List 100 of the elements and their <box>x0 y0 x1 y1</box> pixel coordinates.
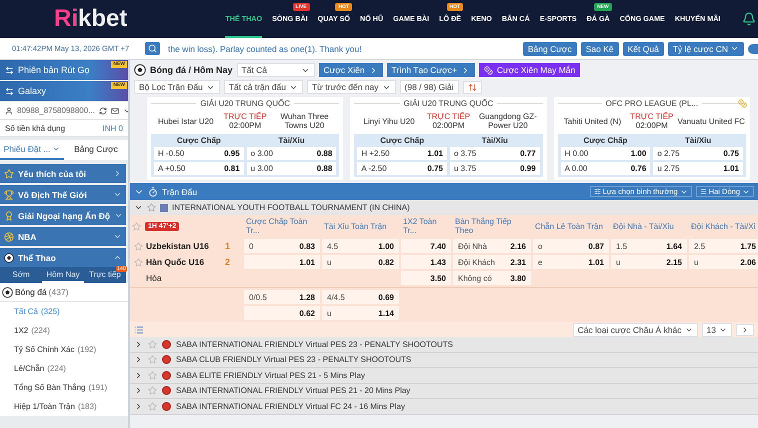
odds-cell[interactable]: Đội Nhà 2.16 <box>453 239 531 253</box>
star-icon[interactable] <box>148 386 157 396</box>
odds-cell[interactable]: 3.50 <box>401 271 451 285</box>
coins-icon <box>484 66 493 74</box>
league-row[interactable]: SABA INTERNATIONAL FRIENDLY Virtual PES 23 - PENALTY SHOOTOUTS <box>130 337 758 352</box>
odds-button[interactable]: H +2.50 1.01 <box>357 147 447 160</box>
league-row[interactable]: SABA CLUB FRIENDLY Virtual PES 23 - PENALTY SHOOTOUTS <box>130 352 758 368</box>
chevron-icon <box>52 145 60 153</box>
star-icon[interactable] <box>148 340 157 349</box>
odds-cell[interactable]: o 0.87 <box>533 239 609 253</box>
star-icon[interactable] <box>134 258 143 266</box>
odds-cell[interactable]: 1.01 <box>244 255 320 269</box>
odds-button[interactable]: o 3.75 0.77 <box>450 147 540 160</box>
odds-button[interactable]: H -0.50 0.95 <box>154 147 244 160</box>
league-row[interactable]: SABA INTERNATIONAL FRIENDLY Virtual FC 24 - 16 Mins Play <box>130 399 758 414</box>
odds-cell[interactable]: u 1.14 <box>322 306 399 320</box>
odds-button[interactable]: u 3.00 0.88 <box>246 162 336 175</box>
column-header: Chẵn Lẻ Toàn Trận <box>534 220 604 232</box>
slip-tab[interactable]: Bảng Cược <box>64 140 128 160</box>
bet-type-item[interactable]: Tất Cả (325) <box>0 302 128 321</box>
filter-select[interactable]: Bộ Lọc Trận Đấu <box>134 80 220 94</box>
odds-button[interactable]: A 0.00 0.76 <box>560 162 650 175</box>
odds-heading: Cược Chấp <box>582 136 628 145</box>
odds-button[interactable]: u 3.75 0.99 <box>450 162 540 175</box>
mail-icon[interactable] <box>110 106 119 114</box>
slip-tab[interactable]: Phiếu Đặt ... <box>0 140 64 160</box>
odds-format-select[interactable]: Tỷ lệ cược CN <box>668 42 744 56</box>
page-size-select[interactable]: 13 <box>702 322 732 336</box>
star-icon[interactable] <box>148 402 157 411</box>
odds-cell[interactable]: 0/0.5 1.28 <box>244 290 320 304</box>
live-status: TRỰC TIẾP <box>630 112 674 121</box>
trophy-icon <box>4 190 14 200</box>
sport-section[interactable]: Yêu thích của tôi <box>0 164 126 183</box>
odds-button[interactable]: A -2.50 0.75 <box>357 162 447 175</box>
column-header: Bàn Thắng Tiếp Theo <box>454 216 512 237</box>
odds-button[interactable]: o 3.00 0.88 <box>246 147 336 160</box>
refresh-icon[interactable] <box>98 106 107 114</box>
star-icon[interactable] <box>134 242 143 250</box>
medal-icon <box>4 210 14 220</box>
sport-tab[interactable]: Sớm <box>0 267 42 283</box>
odds-button[interactable]: o 2.75 0.75 <box>653 147 743 160</box>
bet-type-select[interactable]: Các loại cược Châu Á khác <box>572 322 698 336</box>
odds-cell[interactable]: Không có 3.80 <box>453 271 531 285</box>
team-name: Hòa <box>146 273 162 283</box>
sport-section[interactable]: Giải Ngoại hạng Ấn Độ <box>0 206 126 225</box>
bet-type-item[interactable]: Hiệp 1/Toàn Trận (183) <box>0 397 128 416</box>
league-row[interactable]: SABA ELITE FRIENDLY Virtual PES 21 - 5 Mins Play <box>130 368 758 384</box>
column-header: 1X2 Toàn Tr... <box>402 216 438 237</box>
market-select[interactable]: Tất Cả <box>236 63 315 77</box>
toggle-switch[interactable] <box>748 44 758 54</box>
odds-cell[interactable]: Đội Khách 2.31 <box>453 255 531 269</box>
team-name: Vanuatu United FC <box>676 116 746 126</box>
bet-type-item[interactable]: Lẻ/Chẵn (224) <box>0 359 128 378</box>
odds-cell[interactable]: 0.62 <box>244 306 320 320</box>
odds-cell[interactable]: u 0.82 <box>322 255 399 269</box>
odds-cell[interactable]: 2.5 1.75 <box>689 239 758 253</box>
sport-section[interactable]: Vô Địch Thế Giới <box>0 185 126 204</box>
sport-section[interactable]: Thể Thao <box>0 248 126 267</box>
team-name: Hàn Quốc U16 <box>146 257 204 267</box>
odds-button[interactable]: u 2.75 1.01 <box>653 162 743 175</box>
odds-cell[interactable]: 1.43 <box>401 255 451 269</box>
header-button[interactable]: Bảng Cược <box>522 42 577 56</box>
filter-select[interactable]: Từ trước đến nay <box>306 80 396 94</box>
odds-cell[interactable]: 0 0.83 <box>244 239 320 253</box>
menu-icon <box>700 188 707 195</box>
stopwatch-icon <box>148 186 158 196</box>
star-icon[interactable] <box>148 355 157 364</box>
bet-type-item[interactable]: 1X2 (224) <box>0 321 128 340</box>
sport-section[interactable]: NBA <box>0 227 126 246</box>
odds-cell[interactable]: u 2.15 <box>611 255 687 269</box>
odds-button[interactable]: A +0.50 0.81 <box>154 162 244 175</box>
chevron-icon <box>113 253 122 262</box>
odds-cell[interactable]: 1.5 1.64 <box>611 239 687 253</box>
odds-cell[interactable]: 4/4.5 0.69 <box>322 290 399 304</box>
odds-cell[interactable]: 4.5 1.00 <box>322 239 399 253</box>
soccer-ball-icon <box>4 252 14 262</box>
toolbar-button[interactable]: Trình Tạo Cược+ <box>386 63 475 77</box>
league-row[interactable]: INTERNATIONAL YOUTH FOOTBALL TOURNAMENT (IN CHINA) <box>130 200 758 215</box>
bell-icon[interactable] <box>742 12 756 26</box>
sort-icon[interactable] <box>462 80 482 94</box>
lucky-parlay-button[interactable]: Cược Xiên May Mắn <box>478 63 580 77</box>
bet-type-item[interactable]: Tổng Số Bàn Thắng (191) <box>0 378 128 397</box>
odds-button[interactable]: H 0.00 1.00 <box>560 147 650 160</box>
header-button[interactable]: Kết Quả <box>622 42 664 56</box>
chevron-icon <box>730 44 739 53</box>
odds-cell[interactable]: 7.40 <box>401 239 451 253</box>
star-icon[interactable] <box>148 370 157 380</box>
league-row[interactable]: SABA INTERNATIONAL FRIENDLY Virtual PES 21 - 20 Mins Play <box>130 384 758 399</box>
filter-select[interactable]: Tất cả trận đấu <box>224 80 303 94</box>
next-icon[interactable] <box>736 324 754 336</box>
star-icon[interactable] <box>147 203 156 212</box>
toolbar-button[interactable]: Cược Xiên <box>318 63 383 77</box>
header-button[interactable]: Sao Kê <box>580 42 619 56</box>
odds-cell[interactable]: u 2.06 <box>689 255 758 269</box>
odds-cell[interactable]: e 1.01 <box>533 255 609 269</box>
cube-icon <box>160 204 168 212</box>
list-icon[interactable] <box>134 324 144 334</box>
search-button[interactable] <box>145 42 160 55</box>
bet-type-item[interactable]: Tỷ Số Chính Xác (192) <box>0 340 128 359</box>
banner-label: Phiên bản Rút Gọ <box>18 65 90 75</box>
